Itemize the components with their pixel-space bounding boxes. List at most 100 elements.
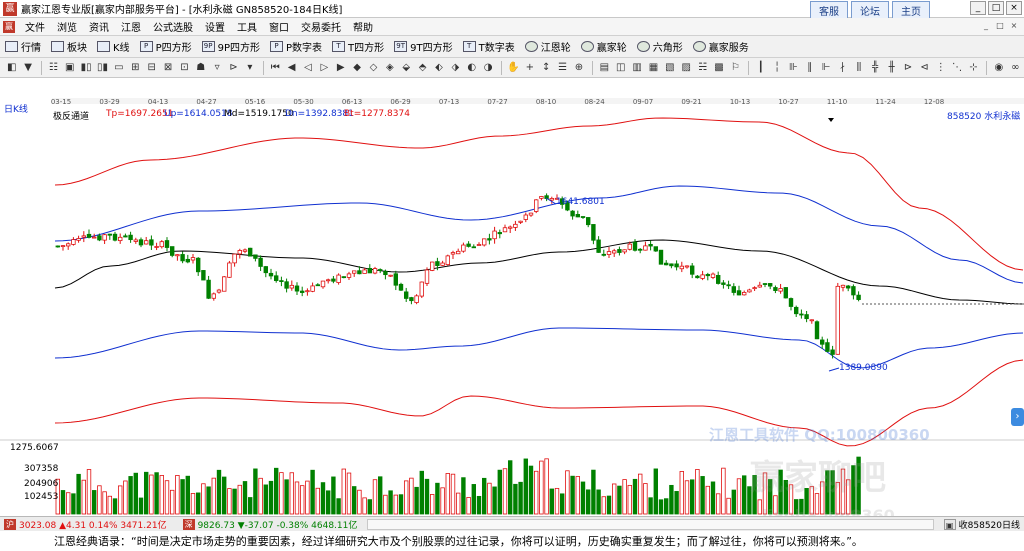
menu-trade[interactable]: 交易委托 bbox=[295, 19, 347, 34]
mdi-close-button[interactable]: × bbox=[1008, 20, 1020, 32]
candle-body bbox=[128, 234, 133, 241]
menu-browse[interactable]: 浏览 bbox=[51, 19, 83, 34]
draw-tool-button-5-6[interactable]: ⫼ bbox=[851, 60, 866, 75]
toolbar-item-sector[interactable]: 板块 bbox=[46, 39, 92, 54]
toolbar-item-quote[interactable]: 行情 bbox=[0, 39, 46, 54]
toolbar-item-kline[interactable]: K线 bbox=[92, 39, 135, 54]
draw-tool-button-4-2[interactable]: ▥ bbox=[629, 60, 644, 75]
shenzhen-index[interactable]: 深 9826.73 ▼-37.07 -0.38% 4648.11亿 bbox=[179, 518, 362, 531]
draw-tool-button-2-8[interactable]: ⬙ bbox=[399, 60, 414, 75]
draw-tool-button-2-12[interactable]: ◐ bbox=[464, 60, 479, 75]
draw-tool-button-1-0[interactable]: ☷ bbox=[46, 60, 61, 75]
draw-tool-button-5-10[interactable]: ⊲ bbox=[917, 60, 932, 75]
draw-tool-button-6-1[interactable]: ∞ bbox=[1008, 60, 1023, 75]
draw-tool-button-1-4[interactable]: ▭ bbox=[111, 60, 126, 75]
menu-tools[interactable]: 工具 bbox=[231, 19, 263, 34]
draw-tool-button-3-4[interactable]: ⊕ bbox=[571, 60, 586, 75]
draw-tool-button-1-8[interactable]: ⊡ bbox=[177, 60, 192, 75]
draw-tool-button-1-10[interactable]: ▿ bbox=[209, 60, 224, 75]
toolbar-item-p-square[interactable]: P P四方形 bbox=[135, 39, 197, 54]
toolbar-item-t-square[interactable]: T T四方形 bbox=[327, 39, 389, 54]
draw-tool-button-1-9[interactable]: ☗ bbox=[193, 60, 208, 75]
draw-tool-button-5-12[interactable]: ⋱ bbox=[949, 60, 964, 75]
draw-tool-button-3-2[interactable]: ↕ bbox=[539, 60, 554, 75]
draw-tool-button-2-3[interactable]: ▷ bbox=[317, 60, 332, 75]
candle-body bbox=[336, 274, 341, 283]
toolbar-item-9t-square[interactable]: 9T 9T四方形 bbox=[389, 39, 457, 54]
menu-help[interactable]: 帮助 bbox=[347, 19, 379, 34]
draw-tool-button-5-3[interactable]: ∥ bbox=[802, 60, 817, 75]
draw-tool-button-5-8[interactable]: ╫ bbox=[884, 60, 899, 75]
draw-tool-button-3-0[interactable]: ✋ bbox=[506, 60, 521, 75]
toolbar-item-hexagon[interactable]: 六角形 bbox=[632, 39, 688, 54]
draw-tool-button-2-5[interactable]: ◆ bbox=[349, 60, 364, 75]
shanghai-index[interactable]: 沪 3023.08 ▲4.31 0.14% 3471.21亿 bbox=[0, 518, 171, 531]
draw-tool-button-4-0[interactable]: ▤ bbox=[597, 60, 612, 75]
draw-tool-button-1-1[interactable]: ▣ bbox=[62, 60, 77, 75]
menu-gann[interactable]: 江恩 bbox=[115, 19, 147, 34]
toolbar-item-service[interactable]: 赢家服务 bbox=[688, 39, 754, 54]
draw-tool-button-4-5[interactable]: ▨ bbox=[679, 60, 694, 75]
menu-formula-screen[interactable]: 公式选股 bbox=[147, 19, 199, 34]
side-panel-toggle[interactable]: › bbox=[1011, 408, 1024, 426]
draw-tool-button-2-6[interactable]: ◇ bbox=[366, 60, 381, 75]
mdi-restore-button[interactable]: □ bbox=[994, 20, 1006, 32]
volume-bar bbox=[388, 490, 393, 515]
toolbar-item-9p-square[interactable]: 9P 9P四方形 bbox=[197, 39, 265, 54]
volume-bar bbox=[414, 486, 419, 515]
draw-tool-button-1-5[interactable]: ⊞ bbox=[128, 60, 143, 75]
draw-tool-button-2-7[interactable]: ◈ bbox=[382, 60, 397, 75]
close-button[interactable]: × bbox=[1006, 1, 1022, 15]
draw-tool-button-1-12[interactable]: ▾ bbox=[242, 60, 257, 75]
draw-tool-button-0-1[interactable]: ▼ bbox=[20, 60, 35, 75]
draw-tool-button-1-11[interactable]: ⊳ bbox=[226, 60, 241, 75]
mdi-minimize-button[interactable]: _ bbox=[980, 20, 992, 32]
draw-tool-button-4-6[interactable]: ☵ bbox=[695, 60, 710, 75]
candle-body bbox=[284, 281, 289, 289]
draw-tool-button-5-2[interactable]: ⊪ bbox=[786, 60, 801, 75]
draw-tool-button-5-9[interactable]: ⊳ bbox=[900, 60, 915, 75]
draw-tool-button-1-7[interactable]: ⊠ bbox=[160, 60, 175, 75]
draw-tool-button-3-3[interactable]: ☰ bbox=[555, 60, 570, 75]
toolbar-item-gann-wheel[interactable]: 江恩轮 bbox=[520, 39, 576, 54]
draw-tool-button-4-3[interactable]: ▦ bbox=[646, 60, 661, 75]
draw-tool-button-4-4[interactable]: ▧ bbox=[662, 60, 677, 75]
minimize-button[interactable]: _ bbox=[970, 1, 986, 15]
menu-file[interactable]: 文件 bbox=[19, 19, 51, 34]
draw-tool-button-2-0[interactable]: ⏮ bbox=[268, 60, 283, 75]
draw-tool-button-5-7[interactable]: ╬ bbox=[868, 60, 883, 75]
draw-tool-button-4-7[interactable]: ▩ bbox=[711, 60, 726, 75]
candle-body bbox=[596, 239, 601, 253]
draw-tool-button-2-2[interactable]: ◁ bbox=[300, 60, 315, 75]
draw-tool-button-5-1[interactable]: ╎ bbox=[769, 60, 784, 75]
kline-chart-area[interactable]: 03-15 03-29 04-13 04-27 05-16 05-30 06-13 06-29… bbox=[0, 78, 1024, 531]
toolbar-item-winner-wheel[interactable]: 赢家轮 bbox=[576, 39, 632, 54]
toolbar-item-t-table[interactable]: T T数字表 bbox=[458, 39, 520, 54]
draw-tool-button-5-5[interactable]: ∤ bbox=[835, 60, 850, 75]
draw-tool-button-6-0[interactable]: ◉ bbox=[991, 60, 1006, 75]
draw-tool-button-2-13[interactable]: ◑ bbox=[480, 60, 495, 75]
candle-body bbox=[794, 306, 799, 315]
draw-tool-button-2-9[interactable]: ⬘ bbox=[415, 60, 430, 75]
draw-tool-button-2-11[interactable]: ⬗ bbox=[448, 60, 463, 75]
draw-tool-button-2-4[interactable]: ▶ bbox=[333, 60, 348, 75]
draw-tool-button-3-1[interactable]: + bbox=[522, 60, 537, 75]
draw-tool-button-4-1[interactable]: ◫ bbox=[613, 60, 628, 75]
draw-tool-button-2-1[interactable]: ◀ bbox=[284, 60, 299, 75]
draw-tool-button-1-6[interactable]: ⊟ bbox=[144, 60, 159, 75]
menu-news[interactable]: 资讯 bbox=[83, 19, 115, 34]
draw-tool-button-0-0[interactable]: ◧ bbox=[4, 60, 19, 75]
toolbar-item-p-table[interactable]: P P数字表 bbox=[265, 39, 327, 54]
draw-tool-button-5-13[interactable]: ⊹ bbox=[966, 60, 981, 75]
draw-tool-button-5-0[interactable]: ┃ bbox=[753, 60, 768, 75]
draw-tool-button-2-10[interactable]: ⬖ bbox=[431, 60, 446, 75]
document-icon[interactable]: 赢 bbox=[3, 20, 15, 33]
draw-tool-button-4-8[interactable]: ⚐ bbox=[728, 60, 743, 75]
maximize-button[interactable]: □ bbox=[988, 1, 1004, 15]
menu-settings[interactable]: 设置 bbox=[199, 19, 231, 34]
draw-tool-button-1-3[interactable]: ▯▮ bbox=[95, 60, 110, 75]
draw-tool-button-5-4[interactable]: ⊩ bbox=[818, 60, 833, 75]
menu-window[interactable]: 窗口 bbox=[263, 19, 295, 34]
draw-tool-button-1-2[interactable]: ▮▯ bbox=[78, 60, 93, 75]
draw-tool-button-5-11[interactable]: ⋮ bbox=[933, 60, 948, 75]
